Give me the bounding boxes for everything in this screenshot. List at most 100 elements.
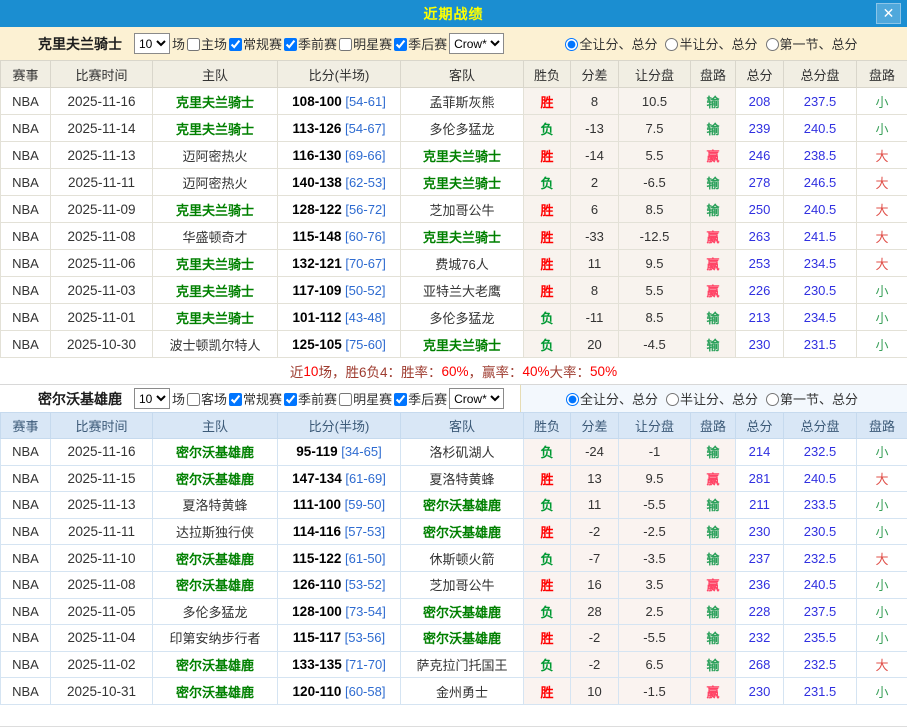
cell-league: NBA (1, 598, 51, 625)
cell-diff: 28 (571, 598, 619, 625)
cell-total-line: 230.5 (784, 518, 857, 545)
cell-handicap-result: 赢 (691, 277, 736, 304)
cell-score: 140-138 [62-53] (278, 169, 401, 196)
cell-away-team: 多伦多猛龙 (401, 304, 524, 331)
cell-total: 232 (736, 625, 784, 652)
cell-home-team: 达拉斯独行侠 (153, 518, 278, 545)
cell-diff: 20 (571, 331, 619, 358)
filter-checkbox[interactable] (187, 38, 200, 51)
cell-handicap-result: 输 (691, 518, 736, 545)
cell-total-line: 233.5 (784, 492, 857, 519)
summary-text: 50% (590, 364, 617, 379)
close-button[interactable]: ✕ (876, 3, 901, 24)
halftime-score: [75-60] (342, 337, 386, 352)
team1-games-suffix: 场 (172, 34, 185, 53)
cell-league: NBA (1, 115, 51, 142)
filter-checkbox[interactable] (339, 38, 352, 51)
filter-checkbox-label: 季后赛 (408, 392, 447, 407)
filter-checkbox[interactable] (284, 393, 297, 406)
scope-radio-label: 半让分、总分 (679, 37, 757, 52)
cell-ou: 小 (857, 678, 907, 705)
team2-scope-radio-group: 全让分、总分半让分、总分第一节、总分 (520, 385, 907, 412)
filter-checkbox[interactable] (394, 393, 407, 406)
scope-radio[interactable] (565, 38, 578, 51)
cell-away-team: 克里夫兰骑士 (401, 169, 524, 196)
cell-result: 负 (524, 598, 571, 625)
team1-header-row: 赛事 比赛时间 主队 比分(半场) 客队 胜负 分差 让分盘 盘路 总分 总分盘… (1, 61, 907, 88)
match-row: NBA2025-11-06克里夫兰骑士132-121 [70-67]费城76人胜… (1, 250, 907, 277)
col-handicap-line: 让分盘 (619, 61, 691, 88)
col-point-diff: 分差 (571, 413, 619, 439)
match-row: NBA2025-11-03克里夫兰骑士117-109 [50-52]亚特兰大老鹰… (1, 277, 907, 304)
scope-radio[interactable] (566, 393, 579, 406)
cell-diff: -11 (571, 304, 619, 331)
cell-result: 胜 (524, 625, 571, 652)
cell-result: 胜 (524, 223, 571, 250)
cell-home-team: 克里夫兰骑士 (153, 250, 278, 277)
cell-result: 负 (524, 115, 571, 142)
cell-home-team: 波士顿凯尔特人 (153, 331, 278, 358)
cell-total-line: 234.5 (784, 304, 857, 331)
scope-radio[interactable] (665, 38, 678, 51)
filter-checkbox[interactable] (229, 393, 242, 406)
team2-filter-bar: 密尔沃基雄鹿 10 场 客场常规赛季前赛明星赛季后赛 Crow* 全让分、总分半… (0, 384, 907, 412)
cell-result: 负 (524, 169, 571, 196)
cell-date: 2025-11-02 (51, 651, 153, 678)
cell-handicap-result: 赢 (691, 571, 736, 598)
cell-home-team: 夏洛特黄蜂 (153, 492, 278, 519)
close-icon: ✕ (883, 5, 895, 22)
filter-checkbox[interactable] (187, 393, 200, 406)
team1-filter-controls: 克里夫兰骑士 10 场 主场常规赛季前赛明星赛季后赛 Crow* (0, 27, 520, 60)
filter-checkbox-label: 明星赛 (353, 37, 392, 52)
cell-date: 2025-11-16 (51, 88, 153, 115)
cell-date: 2025-11-13 (51, 492, 153, 519)
halftime-score: [62-53] (342, 175, 386, 190)
filter-checkbox[interactable] (284, 38, 297, 51)
cell-ou: 大 (857, 545, 907, 572)
summary-text: 近 (290, 361, 304, 381)
scope-radio[interactable] (666, 393, 679, 406)
cell-score: 116-130 [69-66] (278, 142, 401, 169)
cell-result: 胜 (524, 196, 571, 223)
cell-ou: 大 (857, 223, 907, 250)
cell-handicap-result: 赢 (691, 678, 736, 705)
team1-games-count-select[interactable]: 10 (134, 33, 170, 54)
cell-total: 228 (736, 598, 784, 625)
halftime-score: [43-48] (341, 310, 385, 325)
halftime-score: [53-56] (341, 630, 385, 645)
halftime-score: [60-58] (341, 684, 385, 699)
cell-handicap: -5.5 (619, 492, 691, 519)
scope-radio[interactable] (766, 38, 779, 51)
cell-total: 253 (736, 250, 784, 277)
cell-date: 2025-11-03 (51, 277, 153, 304)
team2-header-row: 赛事 比赛时间 主队 比分(半场) 客队 胜负 分差 让分盘 盘路 总分 总分盘… (1, 413, 907, 439)
team2-bookmaker-select[interactable]: Crow* (449, 388, 504, 409)
cell-date: 2025-11-01 (51, 304, 153, 331)
scope-radio[interactable] (766, 393, 779, 406)
cell-ou: 小 (857, 304, 907, 331)
col-win-loss: 胜负 (524, 413, 571, 439)
col-away-team: 客队 (401, 413, 524, 439)
final-score: 120-110 (293, 684, 342, 699)
team2-games-count-select[interactable]: 10 (134, 388, 170, 409)
cell-home-team: 密尔沃基雄鹿 (153, 465, 278, 492)
col-handicap-line: 让分盘 (619, 413, 691, 439)
cell-total-line: 232.5 (784, 545, 857, 572)
final-score: 117-109 (293, 283, 342, 298)
final-score: 113-126 (293, 121, 342, 136)
filter-checkbox[interactable] (339, 393, 352, 406)
halftime-score: [60-76] (341, 229, 385, 244)
filter-checkbox[interactable] (229, 38, 242, 51)
cell-handicap: 8.5 (619, 304, 691, 331)
final-score: 133-135 (292, 657, 342, 672)
filter-checkbox[interactable] (394, 38, 407, 51)
cell-diff: -13 (571, 115, 619, 142)
cell-away-team: 费城76人 (401, 250, 524, 277)
summary-text: 40% (523, 364, 550, 379)
cell-total: 268 (736, 651, 784, 678)
cell-ou: 大 (857, 142, 907, 169)
team1-bookmaker-select[interactable]: Crow* (449, 33, 504, 54)
cell-score: 114-116 [57-53] (278, 518, 401, 545)
col-over-under: 盘路 (857, 61, 907, 88)
col-win-loss: 胜负 (524, 61, 571, 88)
